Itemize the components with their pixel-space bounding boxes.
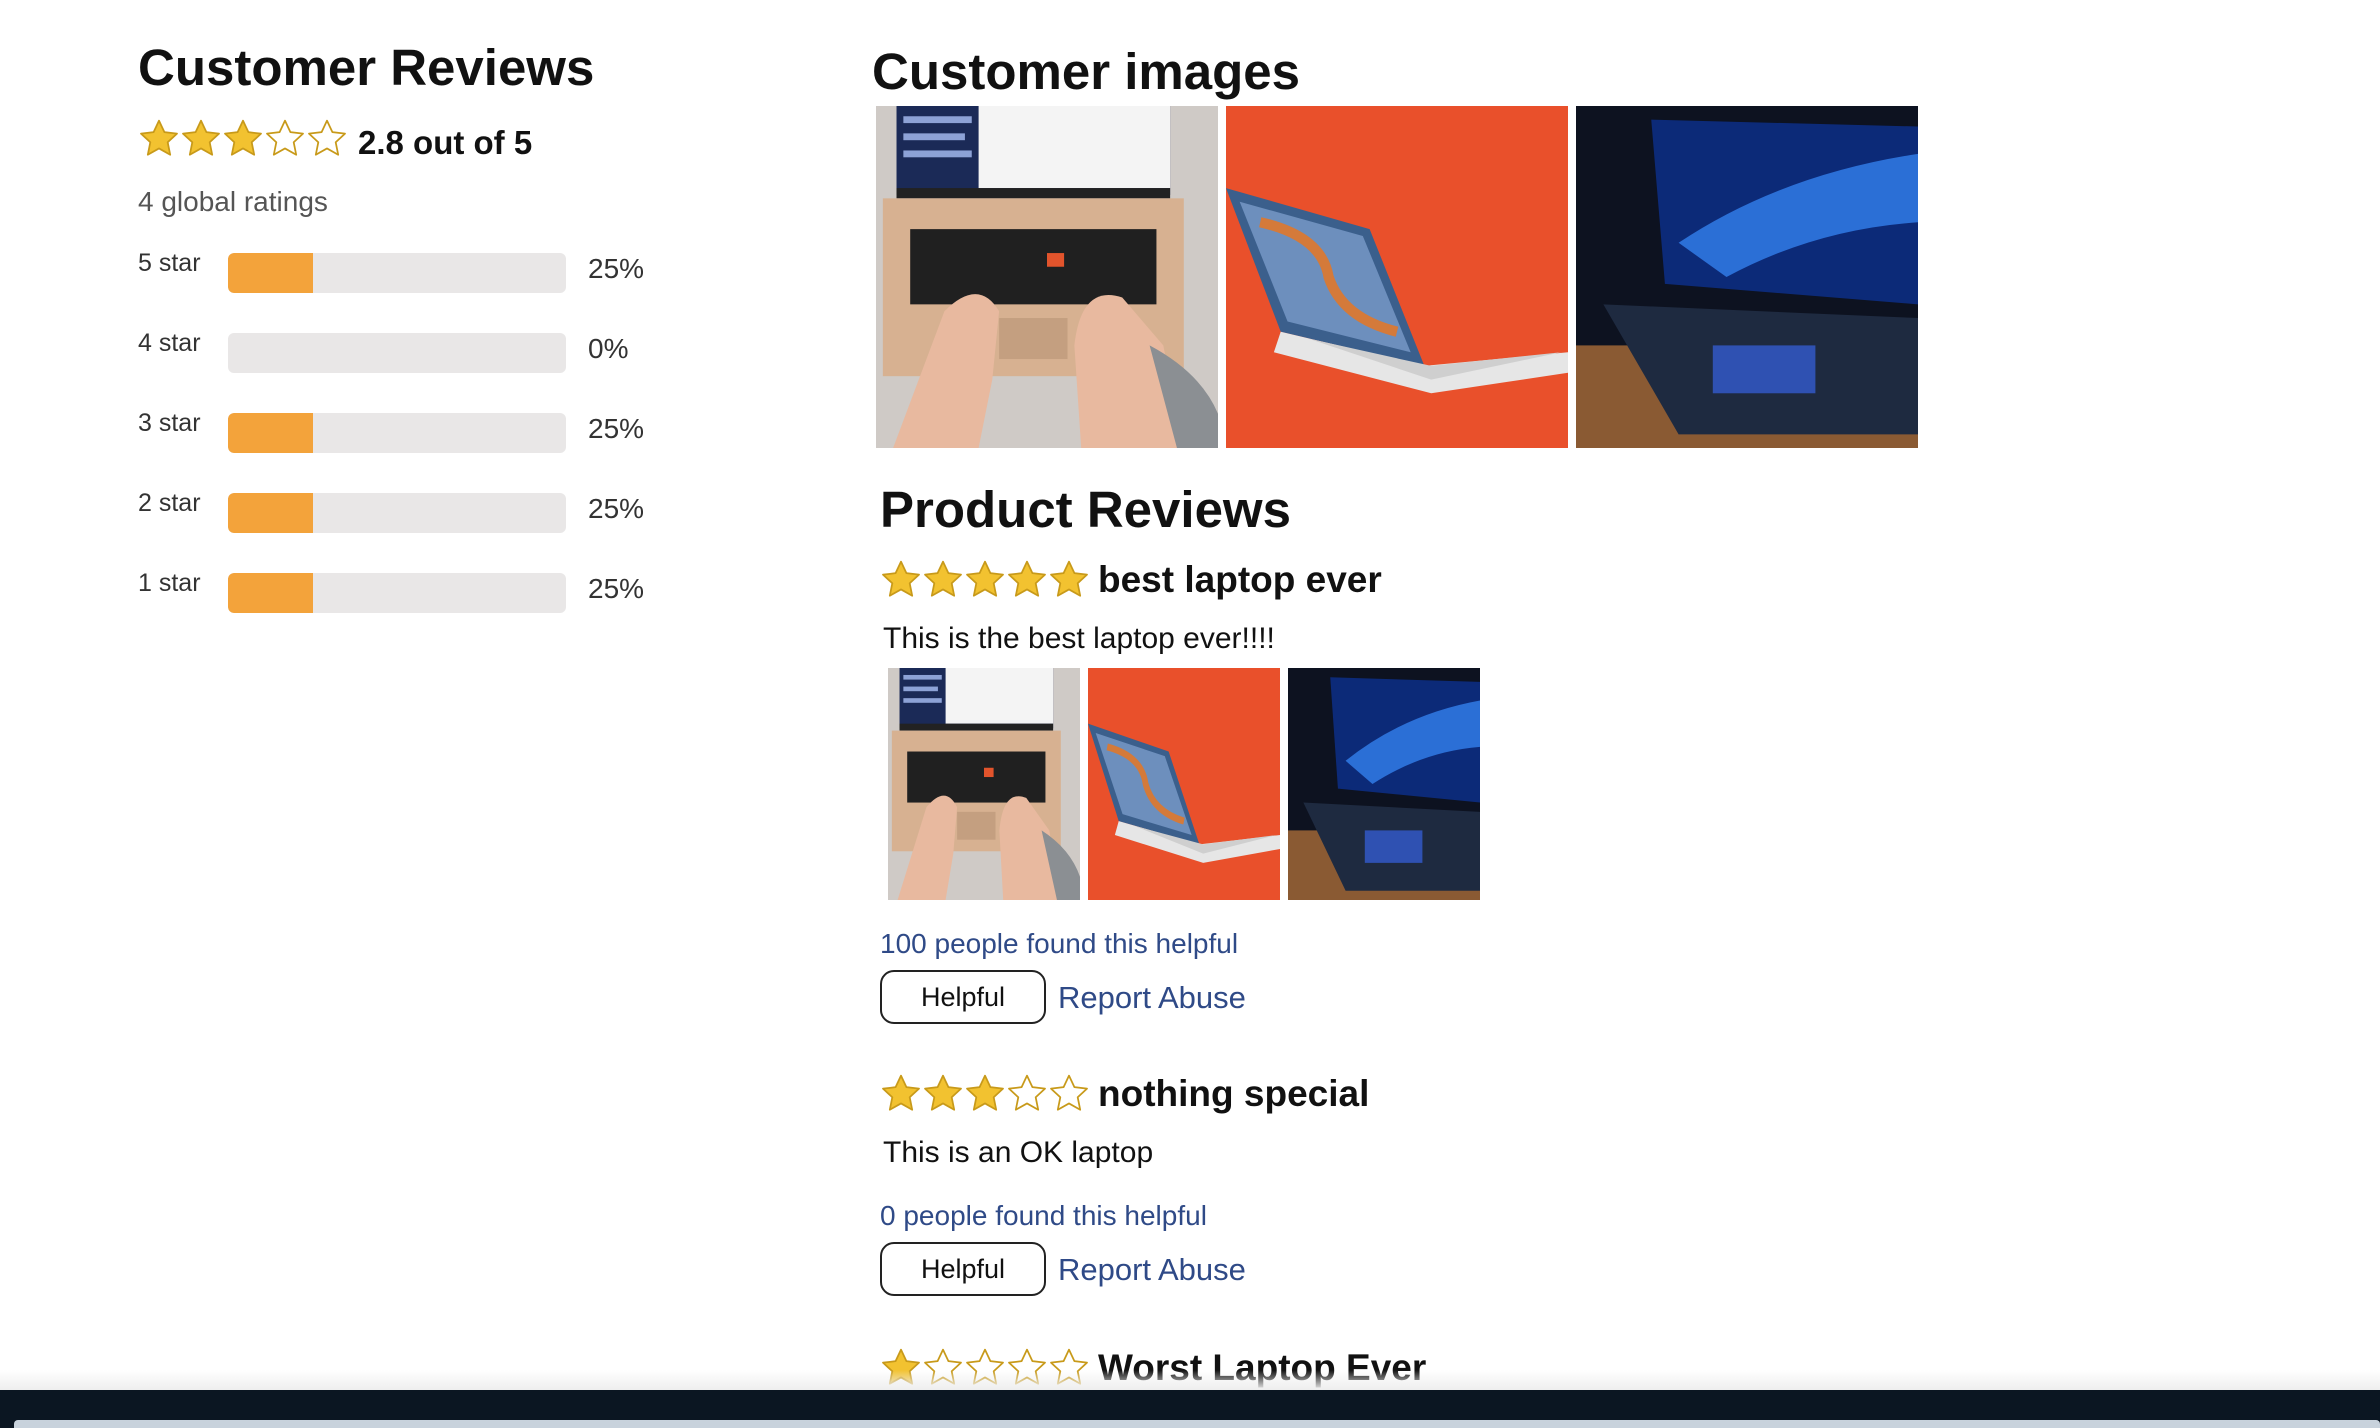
histogram-percent: 25%	[588, 573, 645, 604]
helpful-count: 0 people found this helpful	[880, 1200, 1207, 1231]
review-title: best laptop ever	[1098, 559, 1382, 600]
review-stars	[880, 1073, 1090, 1115]
taskbar	[0, 1390, 2380, 1428]
star-filled-icon	[922, 1073, 964, 1115]
review-item: best laptop ever This is the best laptop…	[880, 558, 1980, 1028]
histogram-percent: 25%	[588, 413, 645, 444]
report-abuse-link[interactable]: Report Abuse	[1058, 1252, 1246, 1288]
product-reviews-title: Product Reviews	[880, 481, 1291, 538]
star-filled-icon	[1048, 559, 1090, 601]
bottom-fade	[0, 1370, 2380, 1390]
star-filled-icon	[1006, 559, 1048, 601]
report-abuse-link[interactable]: Report Abuse	[1058, 980, 1246, 1016]
histogram-label: 2 star	[138, 489, 201, 517]
star-empty-icon	[264, 118, 306, 160]
histogram-percent: 0%	[588, 333, 629, 364]
review-stars	[880, 559, 1090, 601]
histogram-label: 4 star	[138, 329, 201, 357]
star-filled-icon	[880, 559, 922, 601]
histogram-percent: 25%	[588, 253, 645, 284]
star-empty-icon	[1006, 1073, 1048, 1115]
star-filled-icon	[922, 559, 964, 601]
helpful-count: 100 people found this helpful	[880, 928, 1239, 959]
histogram-bar	[228, 333, 566, 373]
histogram-bar-fill	[228, 253, 313, 293]
histogram-label: 3 star	[138, 409, 201, 437]
global-ratings-count: 4 global ratings	[138, 186, 328, 217]
review-image-laptop-typing[interactable]	[888, 668, 1080, 900]
histogram-bar	[228, 493, 566, 533]
histogram-bar	[228, 413, 566, 453]
star-filled-icon	[138, 118, 180, 160]
review-item: nothing special This is an OK laptop 0 p…	[880, 1072, 1980, 1312]
customer-image-laptop-typing[interactable]	[876, 106, 1218, 448]
review-image-laptop-orange[interactable]	[1088, 668, 1280, 900]
star-filled-icon	[222, 118, 264, 160]
review-header: nothing special	[880, 1072, 1369, 1116]
histogram-bar	[228, 253, 566, 293]
histogram-label: 5 star	[138, 249, 201, 277]
histogram-row-1-star[interactable]: 1 star 25%	[138, 569, 658, 613]
histogram-percent: 25%	[588, 493, 645, 524]
star-filled-icon	[964, 559, 1006, 601]
histogram-bar-fill	[228, 573, 313, 613]
customer-images-title: Customer images	[872, 43, 1300, 100]
histogram-row-4-star[interactable]: 4 star 0%	[138, 329, 658, 373]
star-filled-icon	[880, 1073, 922, 1115]
star-filled-icon	[180, 118, 222, 160]
average-rating-stars	[138, 118, 348, 160]
star-empty-icon	[1048, 1073, 1090, 1115]
customer-image-laptop-dark[interactable]	[1576, 106, 1918, 448]
histogram-row-5-star[interactable]: 5 star 25%	[138, 249, 658, 293]
histogram-label: 1 star	[138, 569, 201, 597]
customer-reviews-title: Customer Reviews	[138, 39, 595, 96]
helpful-button[interactable]: Helpful	[880, 1242, 1046, 1296]
review-header: best laptop ever	[880, 558, 1382, 602]
average-rating-text: 2.8 out of 5	[358, 124, 533, 161]
histogram-row-3-star[interactable]: 3 star 25%	[138, 409, 658, 453]
star-filled-icon	[964, 1073, 1006, 1115]
histogram-bar	[228, 573, 566, 613]
review-body: This is an OK laptop	[883, 1136, 1154, 1169]
histogram-bar-fill	[228, 493, 313, 533]
star-empty-icon	[306, 118, 348, 160]
customer-image-laptop-orange[interactable]	[1226, 106, 1568, 448]
histogram-bar-fill	[228, 413, 313, 453]
review-image-laptop-dark[interactable]	[1288, 668, 1480, 900]
helpful-button[interactable]: Helpful	[880, 970, 1046, 1024]
histogram-row-2-star[interactable]: 2 star 25%	[138, 489, 658, 533]
review-body: This is the best laptop ever!!!!	[883, 622, 1275, 655]
taskbar-strip	[14, 1420, 2380, 1428]
review-title: nothing special	[1098, 1073, 1370, 1114]
